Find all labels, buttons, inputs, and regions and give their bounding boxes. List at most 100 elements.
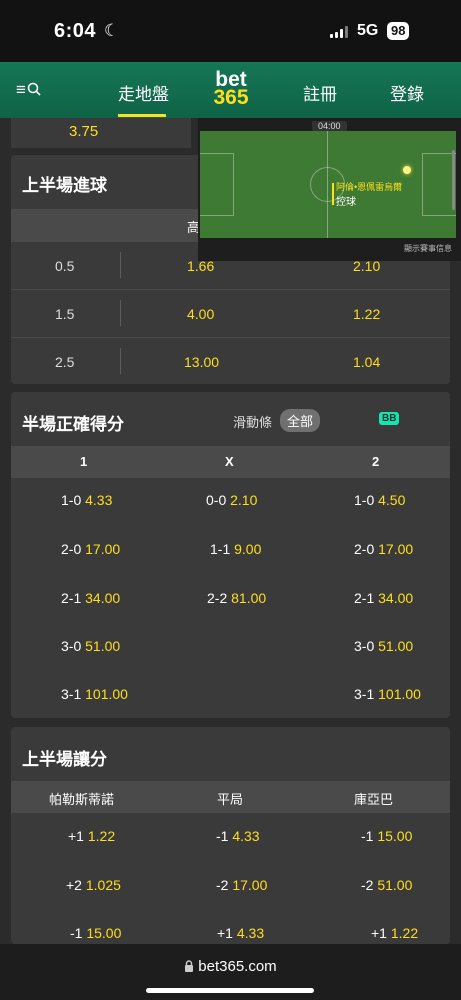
score-option[interactable]: 3-1 101.00: [61, 686, 128, 702]
column-label-home-team: 帕勒斯蒂諾: [49, 792, 115, 807]
odds-value: 4.33: [232, 828, 260, 844]
market-column-header: 帕勒斯蒂諾 平局 庫亞巴: [11, 781, 450, 813]
odds-over[interactable]: 4.00: [187, 306, 214, 322]
score-option[interactable]: 3-1 101.00: [354, 686, 421, 702]
odds-value: 1.22: [87, 828, 116, 844]
handicap-value: -2: [216, 877, 229, 893]
odds-value: 9.00: [234, 541, 262, 557]
handicap-option[interactable]: -1 15.00: [70, 925, 121, 941]
score-option[interactable]: 0-0 2.10: [206, 492, 257, 508]
handicap-option[interactable]: -1 4.33: [216, 828, 260, 844]
score-option[interactable]: 3-0 51.00: [61, 638, 120, 654]
handicap-option[interactable]: -2 51.00: [361, 877, 412, 893]
odds-value: 81.00: [231, 590, 267, 606]
score-option[interactable]: 3-0 51.00: [354, 638, 413, 654]
address-bar[interactable]: bet365.com: [0, 958, 461, 975]
handicap-value: +1: [371, 925, 387, 941]
menu-search-button[interactable]: ≡: [16, 80, 41, 100]
live-match-tracker[interactable]: 04:00 阿倫•恩佩雷烏爾 控球 顯示賽事信息: [198, 118, 461, 261]
left-penalty-box: [200, 153, 234, 216]
slider-label[interactable]: 滑動條: [233, 412, 272, 431]
odds-value: 34.00: [85, 590, 121, 606]
possession-action: 控球: [336, 197, 356, 208]
odds-value: 1.22: [390, 925, 419, 941]
scrollbar[interactable]: [452, 150, 455, 210]
odds-value: 34.00: [378, 590, 414, 606]
odds-under[interactable]: 1.22: [353, 306, 380, 322]
score-option[interactable]: 1-0 4.50: [354, 492, 405, 508]
score-option[interactable]: 2-0 17.00: [354, 541, 413, 557]
goal-line: 0.5: [55, 258, 75, 274]
handicap-option[interactable]: -1 15.00: [361, 828, 412, 844]
score-label: 2-1: [61, 590, 82, 606]
odds-value: 51.00: [378, 638, 414, 654]
search-icon: [27, 82, 41, 96]
register-link[interactable]: 註冊: [303, 80, 337, 105]
bet-builder-badge[interactable]: BB: [379, 412, 400, 425]
network-label: 5G: [357, 22, 379, 39]
score-label: 0-0: [206, 492, 227, 508]
moon-icon: ☾: [104, 21, 120, 40]
bet365-logo[interactable]: bet 365: [209, 69, 253, 109]
previous-market-partial: 3.75: [11, 118, 191, 148]
handicap-option[interactable]: +1 4.33: [217, 925, 264, 941]
odds-value: 2.10: [230, 492, 258, 508]
odds-value: 17.00: [378, 541, 414, 557]
lock-icon: [185, 960, 194, 972]
odds-value: 4.50: [378, 492, 406, 508]
handicap-value: -1: [216, 828, 229, 844]
odds-value: 4.33: [236, 925, 265, 941]
home-indicator[interactable]: [146, 988, 314, 993]
odds-value: 15.00: [377, 828, 413, 844]
handicap-value: -2: [361, 877, 374, 893]
tab-in-play[interactable]: 走地盤: [118, 80, 169, 105]
handicap-value: +1: [217, 925, 233, 941]
score-option[interactable]: 2-1 34.00: [61, 590, 120, 606]
all-toggle[interactable]: 全部: [280, 409, 321, 432]
market-title[interactable]: 上半場進球: [22, 171, 107, 196]
handicap-value: +2: [66, 877, 82, 893]
odds-button[interactable]: 3.75: [69, 123, 98, 140]
site-header: ≡ 走地盤 bet 365 註冊 登錄: [0, 62, 461, 118]
handicap-option[interactable]: +1 1.22: [68, 828, 115, 844]
score-option[interactable]: 2-2 81.00: [207, 590, 266, 606]
column-label-draw: X: [225, 454, 234, 469]
score-option[interactable]: 1-1 9.00: [210, 541, 261, 557]
row-divider: [120, 252, 121, 278]
score-option[interactable]: 2-1 34.00: [354, 590, 413, 606]
score-option[interactable]: 2-0 17.00: [61, 541, 120, 557]
score-option[interactable]: 1-0 4.33: [61, 492, 112, 508]
handicap-option[interactable]: +2 1.025: [66, 877, 121, 893]
odds-value: 101.00: [378, 686, 421, 702]
logo-bottom: 365: [213, 86, 249, 109]
handicap-option[interactable]: -2 17.00: [216, 877, 267, 893]
url-text: bet365.com: [198, 958, 277, 975]
odds-over[interactable]: 13.00: [184, 354, 219, 370]
goal-line: 2.5: [55, 354, 75, 370]
show-match-info-link[interactable]: 顯示賽事信息: [404, 243, 452, 254]
market-title[interactable]: 上半場讓分: [22, 745, 107, 770]
market-title[interactable]: 半場正確得分: [22, 410, 124, 435]
handicap-value: -1: [70, 925, 83, 941]
pitch-graphic: 阿倫•恩佩雷烏爾 控球: [200, 131, 456, 238]
login-link[interactable]: 登錄: [390, 80, 424, 105]
odds-value: 4.33: [85, 492, 113, 508]
page: 6:04 ☾ 5G 98 ≡ 走地盤 bet 365 註冊 登錄 3.75 上半…: [0, 0, 461, 1000]
handicap-option[interactable]: +1 1.22: [371, 925, 418, 941]
odds-value: 15.00: [86, 925, 122, 941]
odds-value: 17.00: [85, 541, 121, 557]
score-label: 1-1: [210, 541, 231, 557]
first-half-handicap-market: 上半場讓分 帕勒斯蒂諾 平局 庫亞巴 +1 1.22 -1 4.33 -1 15…: [11, 727, 450, 944]
menu-icon: ≡: [16, 80, 26, 99]
odds-under[interactable]: 1.04: [353, 354, 380, 370]
handicap-value: +1: [68, 828, 84, 844]
score-label: 2-1: [354, 590, 375, 606]
table-row: 1.5 4.00 1.22: [11, 289, 450, 337]
status-time: 6:04: [54, 20, 97, 42]
odds-value: 51.00: [85, 638, 121, 654]
possession-team: 阿倫•恩佩雷烏爾: [336, 182, 403, 192]
score-label: 3-0: [61, 638, 82, 654]
odds-value: 17.00: [232, 877, 268, 893]
column-label-away: 2: [372, 454, 380, 469]
score-label: 1-0: [61, 492, 82, 508]
